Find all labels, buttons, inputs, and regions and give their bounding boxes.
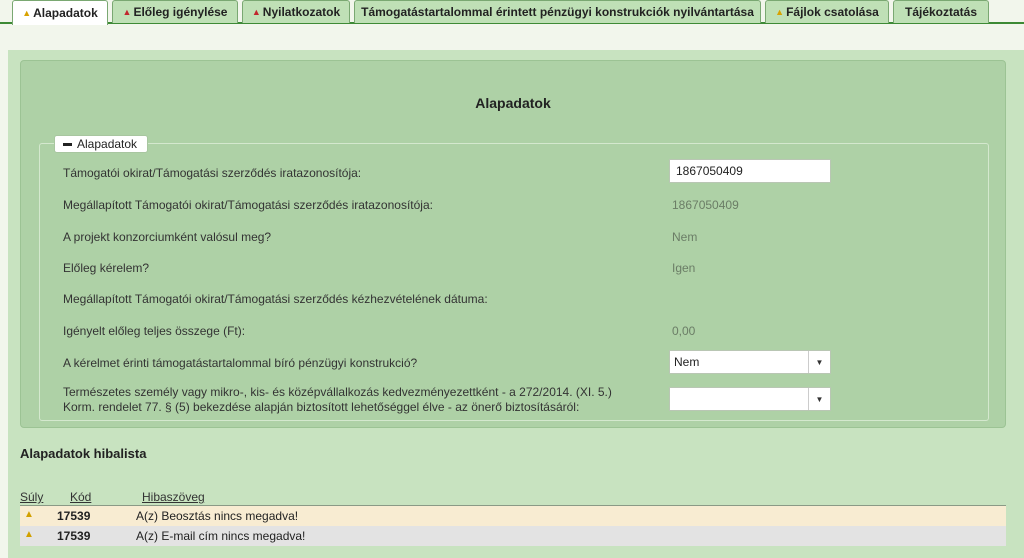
kkv-label-line2: Korm. rendelet 77. § (5) bekezdése alapj… xyxy=(63,400,580,414)
megallapitott-value: 1867050409 xyxy=(672,198,739,212)
eloleg-label: Előleg kérelem? xyxy=(63,261,150,275)
sort-suly[interactable]: Súly xyxy=(20,490,43,504)
sort-hibaszoveg[interactable]: Hibaszöveg xyxy=(142,490,205,504)
konzorcium-value: Nem xyxy=(672,230,698,244)
sort-kod[interactable]: Kód xyxy=(70,490,91,504)
kkv-select[interactable]: ▼ xyxy=(669,387,831,411)
tab-penzugyi-konstrukciok[interactable]: Támogatástartalommal érintett pénzügyi k… xyxy=(354,0,761,23)
kkv-label-line1: Természetes személy vagy mikro-, kis- és… xyxy=(63,385,612,399)
fieldset-legend-toggle[interactable]: Alapadatok xyxy=(54,135,149,153)
tab-fajlok-csatolasa[interactable]: ▲ Fájlok csatolása xyxy=(765,0,889,23)
select-value: Nem xyxy=(674,355,700,369)
okirat-label: Támogatói okirat/Támogatási szerződés ir… xyxy=(63,166,362,180)
error-text: A(z) Beosztás nincs megadva! xyxy=(136,509,299,523)
page-content: Alapadatok Alapadatok Támogatói okirat/T… xyxy=(8,50,1024,558)
okirat-input[interactable] xyxy=(669,159,831,183)
osszeg-value: 0,00 xyxy=(672,324,696,338)
tab-label: Előleg igénylése xyxy=(133,5,228,19)
warning-icon: ▲ xyxy=(22,8,32,18)
panel-title: Alapadatok xyxy=(475,95,551,111)
tab-tajekoztatas[interactable]: Tájékoztatás xyxy=(893,0,989,23)
alapadatok-panel: Alapadatok Alapadatok Támogatói okirat/T… xyxy=(20,60,1006,428)
error-list-title: Alapadatok hibalista xyxy=(20,446,147,461)
warning-icon: ▲ xyxy=(24,529,34,540)
legend-label: Alapadatok xyxy=(77,137,138,151)
tab-label: Nyilatkozatok xyxy=(262,5,341,19)
error-code: 17539 xyxy=(57,529,91,543)
error-text: A(z) E-mail cím nincs megadva! xyxy=(136,529,306,543)
eloleg-value: Igen xyxy=(672,261,696,275)
alapadatok-fieldset: Alapadatok Támogatói okirat/Támogatási s… xyxy=(39,135,989,421)
warning-icon: ▲ xyxy=(24,509,34,520)
warning-icon: ▲ xyxy=(775,7,785,17)
tab-nyilatkozatok[interactable]: ▲ Nyilatkozatok xyxy=(242,0,350,23)
warning-icon: ▲ xyxy=(122,7,132,17)
tab-label: Fájlok csatolása xyxy=(786,5,879,19)
tab-eloleg-igenylese[interactable]: ▲ Előleg igénylése xyxy=(112,0,238,23)
tab-alapadatok[interactable]: ▲ Alapadatok xyxy=(12,0,108,25)
konzorcium-label: A projekt konzorciumként valósul meg? xyxy=(63,230,272,244)
osszeg-label: Igényelt előleg teljes összege (Ft): xyxy=(63,324,246,338)
collapse-minus-icon xyxy=(63,142,72,146)
tab-label: Tájékoztatás xyxy=(904,5,978,19)
error-code: 17539 xyxy=(57,509,91,523)
kezhez-label: Megállapított Támogatói okirat/Támogatás… xyxy=(63,292,488,306)
konstrukcio-select[interactable]: Nem ▼ xyxy=(669,350,831,374)
megallapitott-label: Megállapított Támogatói okirat/Támogatás… xyxy=(63,198,433,212)
tab-label: Alapadatok xyxy=(33,6,98,20)
chevron-down-icon[interactable]: ▼ xyxy=(808,351,830,373)
warning-icon: ▲ xyxy=(251,7,261,17)
error-list-header: Súly Kód Hibaszöveg xyxy=(20,490,1006,504)
error-row[interactable]: ▲ 17539 A(z) Beosztás nincs megadva! xyxy=(20,506,1006,526)
tab-label: Támogatástartalommal érintett pénzügyi k… xyxy=(361,5,754,19)
tab-bar: ▲ Alapadatok ▲ Előleg igénylése ▲ Nyilat… xyxy=(0,0,1024,25)
error-row[interactable]: ▲ 17539 A(z) E-mail cím nincs megadva! xyxy=(20,526,1006,546)
konstrukcio-label: A kérelmet érinti támogatástartalommal b… xyxy=(63,356,418,370)
chevron-down-icon[interactable]: ▼ xyxy=(808,388,830,410)
